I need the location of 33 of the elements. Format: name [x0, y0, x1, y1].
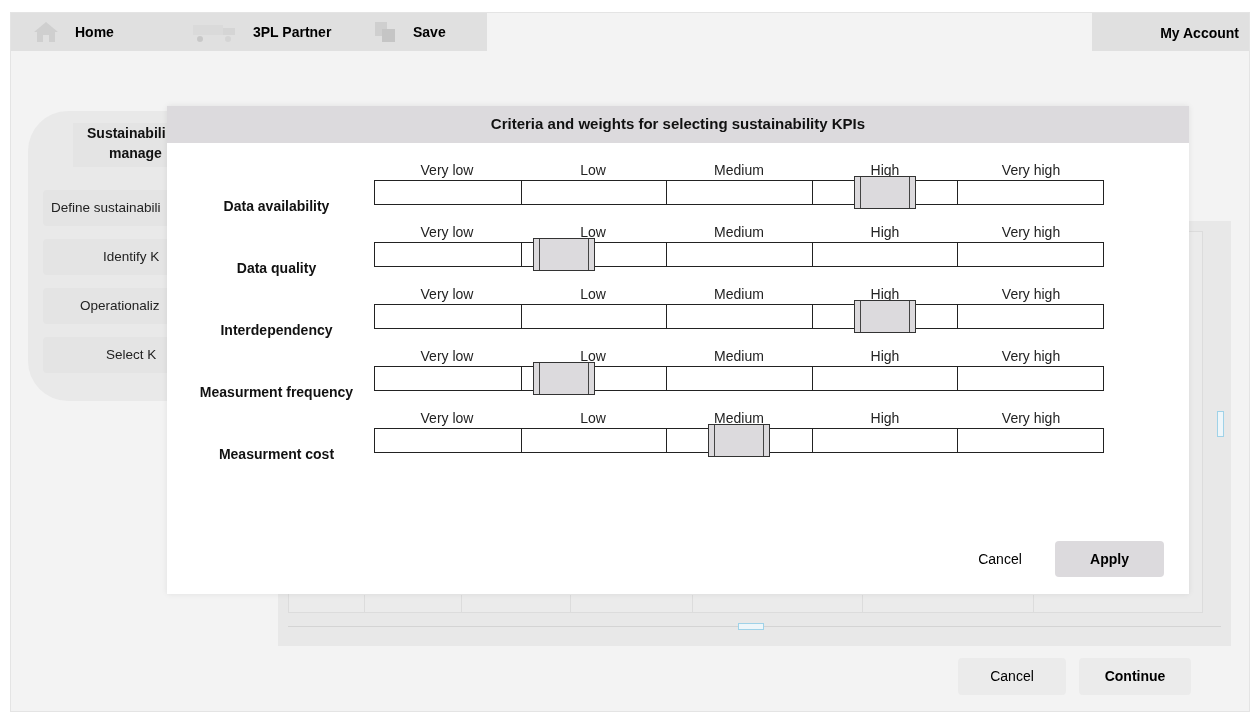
scale-label: High [869, 223, 901, 242]
scale-label: Very high [1000, 347, 1062, 366]
scale-label: Medium [713, 223, 765, 242]
scale-label: High [869, 285, 901, 304]
scale-label: Very low [419, 285, 475, 304]
scale-label: Low [579, 347, 607, 366]
scale-label: Very low [419, 409, 475, 428]
scale-label: Very low [419, 347, 475, 366]
scale-label: Very low [419, 223, 475, 242]
scale-label: Medium [713, 409, 765, 428]
scale-label: High [869, 161, 901, 180]
scale-label: Very high [1000, 223, 1062, 242]
scale-label: Very high [1000, 161, 1062, 180]
criterion-label: Measurment cost [217, 445, 336, 464]
scale-label: Low [579, 409, 607, 428]
criterion-label: Measurment frequency [198, 383, 355, 402]
heading-line: manage [108, 144, 162, 163]
dialog-title: Criteria and weights for selecting sustainability KPIs [490, 114, 866, 135]
criterion-label: Interdependency [219, 321, 334, 340]
criterion-label: Data quality [235, 259, 318, 278]
scale-label: Medium [713, 285, 765, 304]
scale-label: High [869, 409, 901, 428]
scale-label: Medium [713, 347, 765, 366]
scale-label: Low [579, 223, 607, 242]
scale-label: Low [579, 161, 607, 180]
heading-line: Sustainabili [87, 124, 166, 143]
scale-label: Very low [419, 161, 475, 180]
criterion-label: Data availability [222, 197, 331, 216]
scale-label: Very high [1000, 409, 1062, 428]
scale-label: Medium [713, 161, 765, 180]
scale-label: High [869, 347, 901, 366]
scale-label: Very high [1000, 285, 1062, 304]
scale-label: Low [579, 285, 607, 304]
